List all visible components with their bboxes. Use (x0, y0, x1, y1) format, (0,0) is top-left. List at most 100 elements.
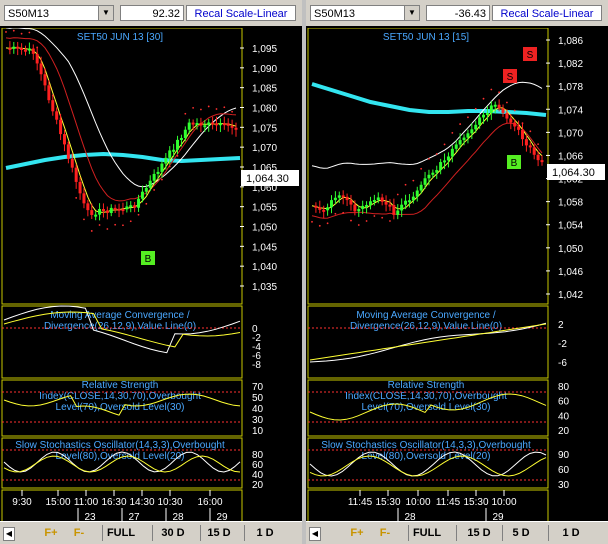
indicator-value: -36.43 (426, 5, 490, 21)
candle-body (20, 47, 24, 50)
time-label: 15:30 (375, 497, 400, 508)
candle-body (109, 207, 113, 214)
full-button[interactable]: FULL (104, 525, 138, 541)
ma-line-red (311, 122, 543, 219)
symbol-select[interactable]: S50M13 ▼ (4, 5, 114, 21)
price-tick-label: 1,054 (558, 221, 583, 232)
candle-body (482, 114, 486, 118)
rsi-tick-label: 10 (252, 426, 264, 437)
candle-body (396, 210, 400, 215)
chart-title: SET50 JUN 13 [15] (383, 32, 469, 43)
candle-body (357, 209, 361, 212)
candle-body (86, 203, 90, 211)
panel-header: S50M13 ▼ -36.43 Recal Scale-Linear (306, 0, 608, 26)
chevron-down-icon[interactable]: ▼ (404, 6, 419, 20)
period-30d-button[interactable]: 30 D (156, 525, 190, 541)
time-label: 10:00 (405, 497, 430, 508)
candle-body (376, 197, 380, 201)
full-button[interactable]: FULL (410, 525, 444, 541)
recal-scale-button[interactable]: Recal Scale-Linear (492, 5, 602, 21)
candle-body (458, 140, 462, 145)
candle-body (384, 201, 388, 205)
zoom-out-button[interactable]: F- (372, 525, 398, 541)
candle-body (497, 104, 501, 109)
candle-body (125, 206, 129, 210)
period-15d-button[interactable]: 15 D (462, 525, 496, 541)
signal-marker-label: S (527, 50, 534, 61)
candle-body (443, 160, 447, 163)
sar-dot (513, 109, 516, 112)
zoom-in-button[interactable]: F+ (38, 525, 64, 541)
rsi-title-line: Relative Strength (388, 380, 465, 391)
candle-body (423, 178, 427, 185)
sar-dot (145, 202, 148, 205)
price-tick-label: 1,035 (252, 282, 277, 293)
sar-dot (168, 165, 171, 168)
sar-dot (467, 116, 469, 119)
rsi-tick-label: 80 (558, 382, 570, 393)
candle-body (353, 204, 357, 212)
period-5d-button[interactable]: 5 D (504, 525, 538, 541)
candle-body (39, 63, 43, 75)
candle-body (478, 117, 482, 125)
sar-dot (451, 131, 454, 134)
time-label: 11:00 (74, 497, 99, 508)
candle-body (183, 129, 187, 138)
sar-dot (231, 110, 234, 113)
candle-body (203, 125, 207, 128)
sar-dot (192, 106, 195, 109)
sar-dot (129, 220, 132, 223)
price-tick-label: 1,074 (558, 105, 583, 116)
candle-body (230, 125, 234, 128)
candle-body (431, 172, 435, 175)
sar-dot (412, 179, 415, 182)
stoch-tick-label: 30 (558, 480, 570, 491)
period-1d-button[interactable]: 1 D (554, 525, 588, 541)
price-chart[interactable]: SET50 JUN 13 [30] 1,095 1,090 1,085 1,080 1,0… (0, 28, 302, 522)
scroll-left-icon[interactable]: ◀ (309, 527, 321, 541)
sar-dot (529, 130, 532, 133)
sar-dot (428, 157, 430, 160)
candle-body (466, 133, 470, 138)
price-tick-label: 1,050 (252, 223, 277, 234)
recal-scale-button[interactable]: Recal Scale-Linear (186, 5, 296, 21)
period-1d-button[interactable]: 1 D (248, 525, 282, 541)
chevron-down-icon[interactable]: ▼ (98, 6, 113, 20)
candle-body (156, 171, 160, 174)
candle-body (234, 127, 238, 130)
candle-body (380, 197, 384, 202)
candle-body (372, 200, 376, 203)
divider (502, 525, 503, 541)
rsi-title-line: Index(CLOSE,14,30,70),Overbought (345, 391, 507, 402)
candle-body (509, 118, 513, 123)
candle-body (117, 208, 121, 211)
price-tick-label: 1,085 (252, 84, 277, 95)
symbol-select[interactable]: S50M13 ▼ (310, 5, 420, 21)
sar-dot (350, 219, 352, 222)
stoch-tick-label: 90 (558, 450, 570, 461)
zoom-out-button[interactable]: F- (66, 525, 92, 541)
zoom-in-button[interactable]: F+ (344, 525, 370, 541)
time-label: 14:30 (129, 497, 154, 508)
price-tick-label: 1,058 (558, 198, 583, 209)
period-15d-button[interactable]: 15 D (202, 525, 236, 541)
price-tick-label: 1,080 (252, 104, 277, 115)
candle-body (137, 198, 141, 208)
time-label: 11:45 (436, 497, 461, 508)
candle-body (16, 46, 20, 49)
candle-body (12, 46, 16, 49)
panel-header: S50M13 ▼ 92.32 Recal Scale-Linear (0, 0, 302, 26)
candle-body (450, 148, 454, 157)
rsi-tick-label: 30 (252, 415, 264, 426)
price-chart[interactable]: SET50 JUN 13 [15] 1,086 1,082 1,078 1,074 1,0… (306, 28, 608, 522)
time-label: 9:30 (12, 497, 32, 508)
candle-body (82, 193, 86, 204)
candle-body (152, 173, 156, 181)
price-tick-label: 1,086 (558, 36, 583, 47)
candle-body (411, 196, 415, 201)
macd-title-line: Moving Average Convergence / (356, 310, 496, 321)
candle-body (435, 170, 439, 173)
ma-line-red (5, 37, 237, 202)
sar-dot (334, 212, 337, 215)
scroll-left-icon[interactable]: ◀ (3, 527, 15, 541)
